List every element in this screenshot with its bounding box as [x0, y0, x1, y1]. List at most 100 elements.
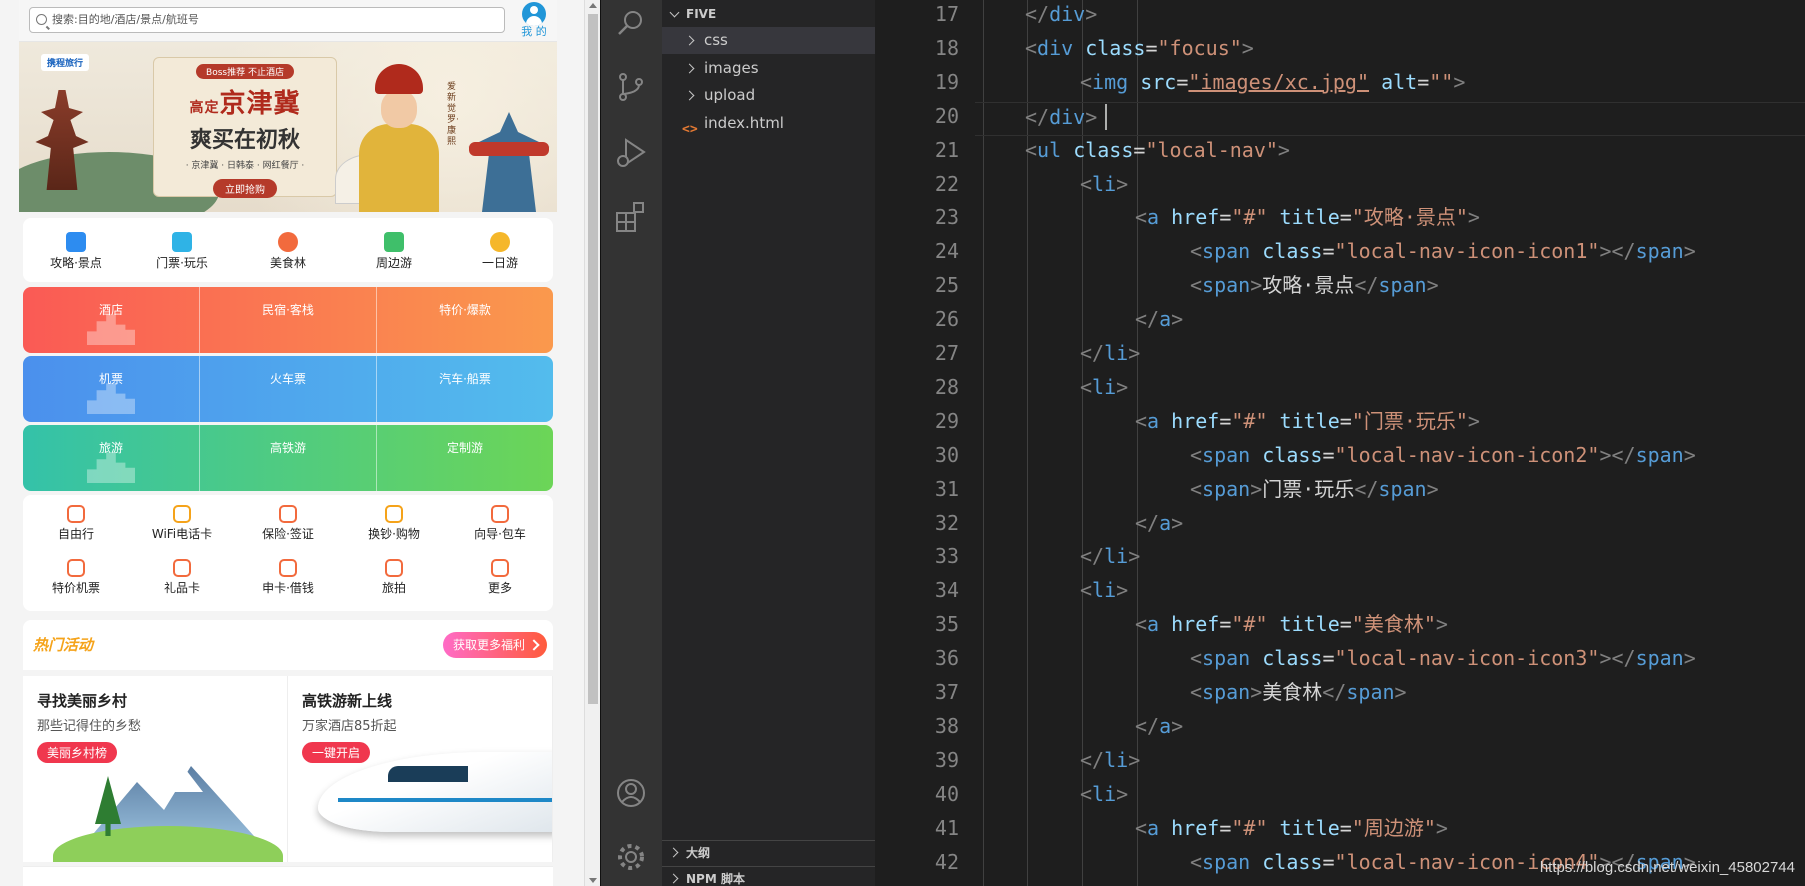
grid-cell[interactable]: 民宿·客栈 [199, 287, 376, 353]
code-token: "local-nav-icon-icon1" [1334, 239, 1600, 264]
sub-nav-item[interactable]: 更多 [447, 559, 553, 603]
local-nav-item[interactable]: 门票·玩乐 [129, 218, 235, 282]
sub-nav-item[interactable]: 向导·包车 [447, 505, 553, 549]
local-nav-item[interactable]: 攻略·景点 [23, 218, 129, 282]
local-nav-item[interactable]: 周边游 [341, 218, 447, 282]
outline-panel-header[interactable]: 大纲 [662, 840, 875, 865]
sub-nav-item[interactable]: 换钞·购物 [341, 505, 447, 549]
code-area[interactable]: </div> <div class="focus"> <img src="image… [975, 0, 1805, 886]
code-token: = [1417, 69, 1430, 94]
user-button[interactable]: 我 的 [516, 2, 552, 40]
run-debug-icon[interactable] [614, 136, 648, 170]
code-token: < [1025, 35, 1038, 60]
code-token: "local-nav-icon-icon3" [1334, 646, 1600, 671]
code-token: li [1104, 544, 1129, 569]
code-token: img [1092, 69, 1129, 94]
sub-nav-item[interactable]: 旅拍 [341, 559, 447, 603]
sub-nav-item[interactable]: 特价机票 [23, 559, 129, 603]
explorer-item-label: images [704, 59, 759, 77]
settings-gear-icon[interactable] [614, 840, 648, 874]
promo-subtitle: 万家酒店85折起 [302, 719, 397, 734]
code-token: 攻略·景点 [1262, 273, 1355, 298]
scroll-down-arrow-icon[interactable] [589, 878, 597, 883]
promo-card-village[interactable]: 寻找美丽乡村 那些记得住的乡愁 美丽乡村榜 [23, 676, 288, 862]
more-benefits-button[interactable]: 获取更多福利 [442, 632, 547, 658]
code-line-content: </li> [1080, 746, 1140, 774]
local-nav-label: 攻略·景点 [50, 256, 102, 270]
scroll-up-arrow-icon[interactable] [589, 3, 597, 8]
search-icon [36, 14, 47, 25]
search-input[interactable]: 搜索:目的地/酒店/景点/航班号 [29, 7, 505, 33]
local-nav-item[interactable]: 一日游 [447, 218, 553, 282]
code-token: "focus" [1157, 35, 1242, 60]
code-editor[interactable]: 17 18 19 20 21 22 23 24 25 26 27 28 29 30 31 32 33 34 35 36… [875, 0, 1805, 886]
promo-card-train[interactable]: 高铁游新上线 万家酒店85折起 一键开启 [288, 676, 553, 862]
explorer-root-folder[interactable]: FIVE [662, 2, 875, 26]
code-token: > [1435, 612, 1448, 637]
explorer-item-label: index.html [704, 114, 784, 132]
scrollbar-thumb[interactable] [588, 14, 598, 704]
code-token: "local-nav" [1145, 137, 1278, 162]
code-token: < [1190, 680, 1203, 704]
grid-cell[interactable]: 酒店 [23, 287, 199, 353]
sub-nav-item[interactable]: 申卡·借钱 [235, 559, 341, 603]
sub-nav-label: WiFi电话卡 [151, 527, 213, 541]
code-token: span [1202, 442, 1251, 467]
line-number: 40 [934, 781, 959, 806]
code-token: > [1116, 171, 1129, 196]
code-token: > [1426, 273, 1439, 298]
accounts-icon[interactable] [614, 776, 648, 810]
search-icon[interactable] [614, 6, 648, 40]
grid-cell[interactable]: 高铁游 [199, 425, 376, 491]
mountain-icon [384, 232, 404, 252]
explorer-item-upload[interactable]: upload [662, 82, 875, 109]
preview-scrollbar[interactable] [584, 0, 600, 886]
more-icon [491, 559, 509, 577]
code-token: > [1435, 815, 1448, 840]
grid-cell[interactable]: 旅游 [23, 425, 199, 491]
panel-label: NPM 脚本 [686, 872, 745, 886]
code-token: "美食林" [1351, 612, 1436, 637]
line-number: 26 [934, 307, 959, 332]
extensions-icon[interactable] [614, 200, 648, 234]
sub-nav-item[interactable]: 自由行 [23, 505, 129, 549]
code-token: > [1171, 510, 1184, 535]
grid-cell[interactable]: 汽车·船票 [376, 356, 553, 422]
focus-banner[interactable]: 携程旅行 Boss推荐 不止酒店 高定京津冀 爽买在初秋 · 京津冀 · 日韩泰… [19, 42, 557, 212]
explorer-item-css[interactable]: css [662, 27, 875, 54]
main-nav-grid: 酒店 民宿·客栈 特价·爆款 机票 火车票 汽车·船票 旅游 高铁游 定制游 [23, 287, 553, 491]
code-line-content: <span>美食林</span> [1190, 678, 1407, 706]
code-token: span [1202, 239, 1251, 264]
sub-nav-item[interactable]: 礼品卡 [129, 559, 235, 603]
grid-cell[interactable]: 火车票 [199, 356, 376, 422]
grid-cell[interactable]: 定制游 [376, 425, 553, 491]
code-token: < [1080, 171, 1093, 196]
sub-nav-label: 更多 [487, 581, 512, 595]
building-icon [87, 314, 135, 345]
grid-cell[interactable]: 机票 [23, 356, 199, 422]
code-token: < [1025, 137, 1038, 162]
source-control-icon[interactable] [614, 70, 648, 104]
root-folder-label: FIVE [686, 7, 717, 21]
code-token: > [1250, 273, 1263, 298]
npm-scripts-panel-header[interactable]: NPM 脚本 [662, 866, 875, 886]
code-token: span [1202, 646, 1251, 671]
banner-cta-button[interactable]: 立即抢购 [213, 179, 277, 198]
sub-nav-label: 向导·包车 [474, 527, 526, 541]
promo-button[interactable]: 一键开启 [302, 742, 371, 763]
explorer-item-index-html[interactable]: <> index.html [662, 110, 875, 137]
code-token: class [1262, 442, 1323, 467]
line-number: 41 [934, 815, 959, 840]
code-line[interactable]: </div> [975, 101, 1805, 136]
local-nav-item[interactable]: 美食林 [235, 218, 341, 282]
promo-button[interactable]: 美丽乡村榜 [37, 742, 118, 763]
sub-nav-item[interactable]: WiFi电话卡 [129, 505, 235, 549]
grid-cell[interactable]: 特价·爆款 [376, 287, 553, 353]
grid-cell-label: 民宿·客栈 [262, 303, 314, 317]
code-token: > [1116, 578, 1129, 603]
sub-nav-item[interactable]: 保险·签证 [235, 505, 341, 549]
grid-row-travel: 旅游 高铁游 定制游 [23, 425, 553, 491]
ctrip-logo: 携程旅行 [41, 54, 90, 71]
explorer-item-images[interactable]: images [662, 55, 875, 82]
